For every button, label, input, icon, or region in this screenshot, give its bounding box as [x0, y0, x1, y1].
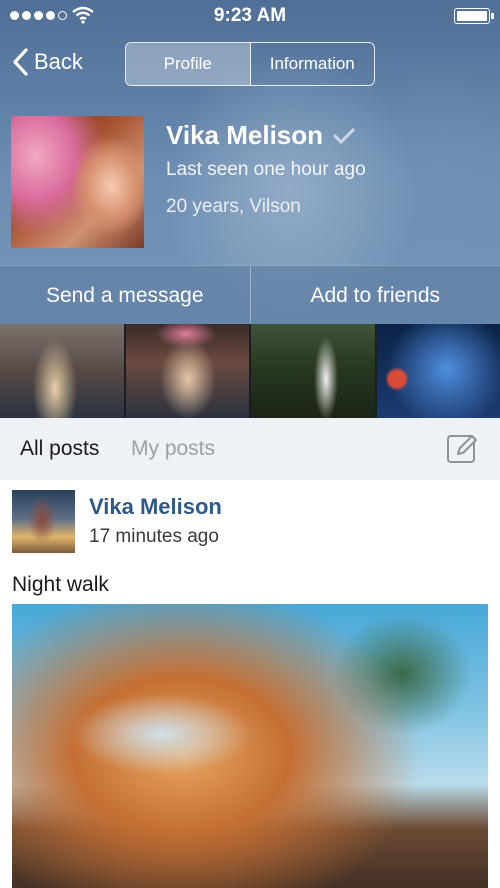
photo-thumbnail[interactable] — [251, 324, 375, 418]
post-card: Vika Melison 17 minutes ago Night walk — [0, 480, 500, 888]
post-text: Night walk — [12, 573, 109, 596]
avatar[interactable] — [12, 490, 75, 553]
back-button[interactable]: Back — [12, 48, 83, 76]
photo-strip — [0, 324, 500, 418]
post-time: 17 minutes ago — [89, 526, 219, 547]
nav-bar: Back Profile Information — [0, 40, 500, 90]
send-message-button[interactable]: Send a message — [0, 266, 250, 325]
tab-profile[interactable]: Profile — [126, 43, 250, 85]
tab-all-posts[interactable]: All posts — [20, 437, 99, 461]
profile-name-text: Vika Melison — [166, 120, 324, 150]
photo-thumbnail[interactable] — [376, 324, 500, 418]
photo-thumbnail[interactable] — [125, 324, 249, 418]
age-location: 20 years, Vilson — [166, 196, 301, 217]
back-chevron-icon — [13, 48, 28, 76]
status-bar: 9:23 AM — [0, 0, 500, 32]
tab-information[interactable]: Information — [249, 43, 375, 85]
profile-avatar[interactable] — [11, 116, 144, 248]
last-seen: Last seen one hour ago — [166, 159, 366, 180]
profile-header: 9:23 AM Back Profile Information Vika Me… — [0, 0, 500, 325]
photo-thumbnail[interactable] — [0, 324, 124, 418]
battery-icon — [454, 8, 494, 24]
compose-icon[interactable] — [446, 432, 480, 464]
profile-name: Vika Melison — [166, 120, 355, 151]
segmented-control: Profile Information — [125, 42, 375, 86]
post-image[interactable] — [12, 604, 488, 888]
tab-my-posts[interactable]: My posts — [131, 437, 215, 461]
add-friends-button[interactable]: Add to friends — [249, 266, 500, 325]
profile-actions: Send a message Add to friends — [0, 265, 500, 325]
status-time: 9:23 AM — [213, 5, 287, 26]
back-label: Back — [34, 49, 83, 74]
post-author[interactable]: Vika Melison — [89, 494, 222, 520]
verified-check-icon — [333, 127, 355, 144]
feed-tabs: All posts My posts — [0, 418, 500, 480]
